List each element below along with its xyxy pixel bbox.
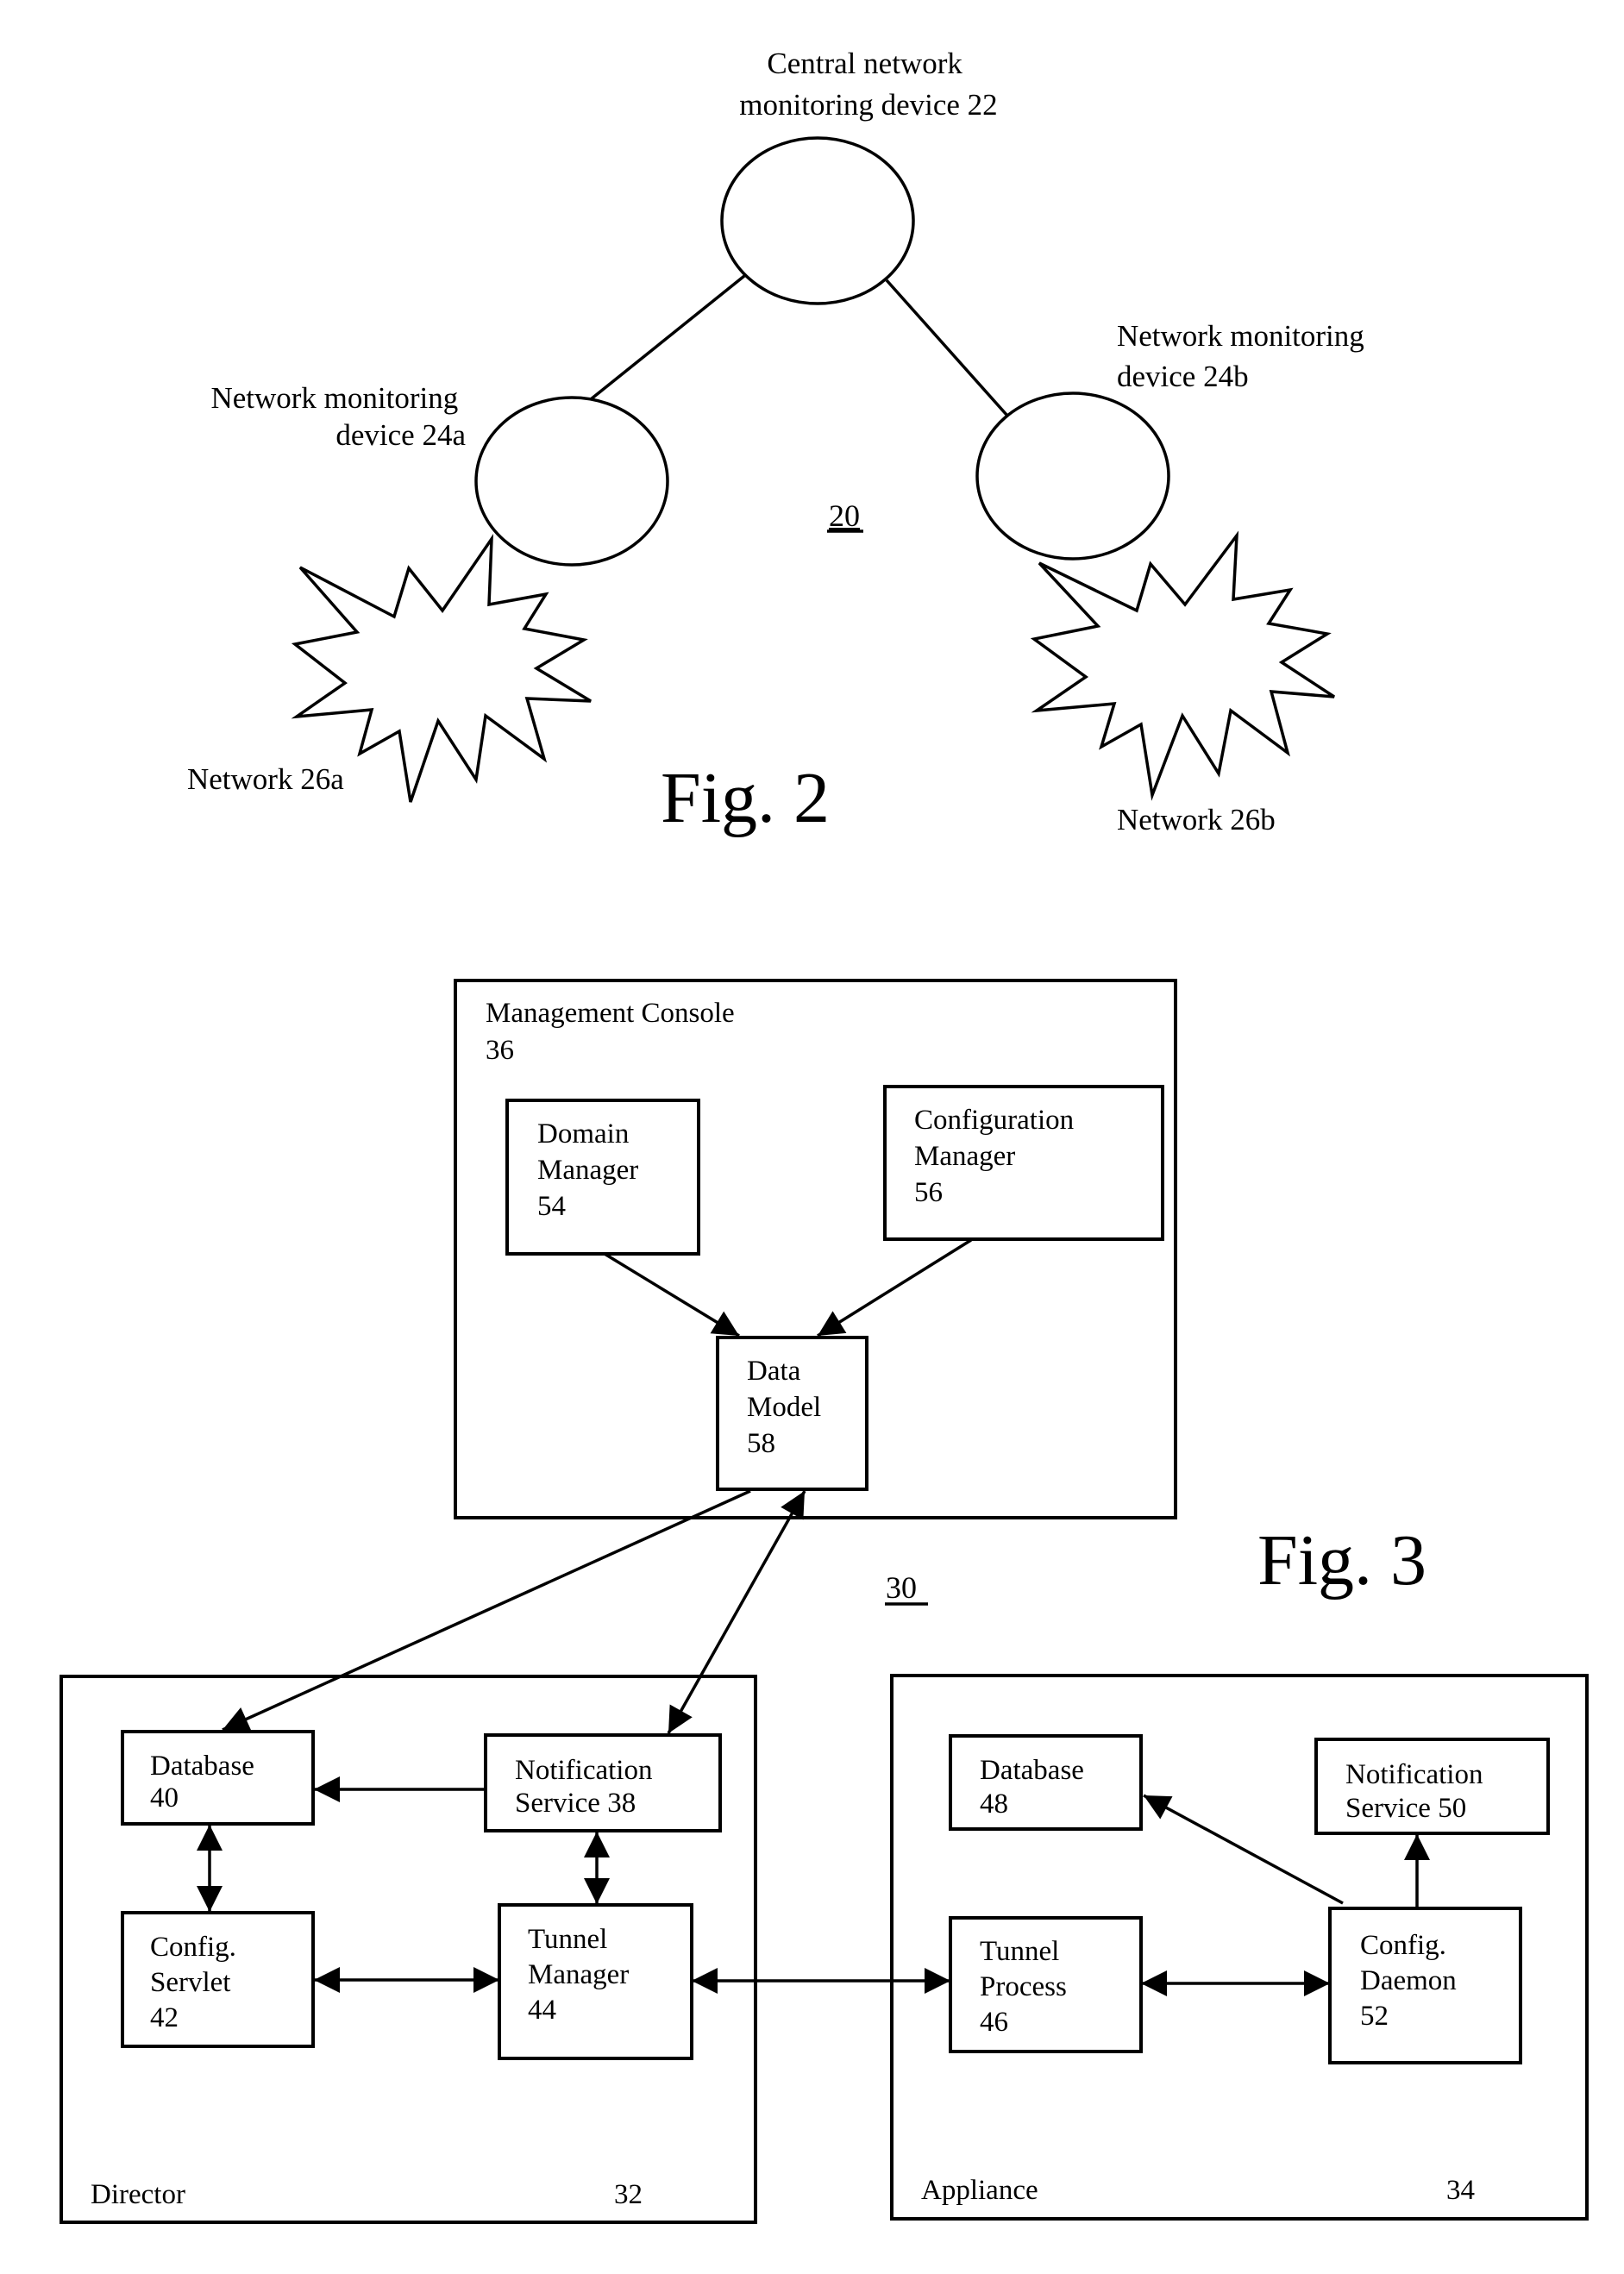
device-24b-label-line1: Network monitoring — [1117, 319, 1364, 353]
arrow-database-40-config-servlet-42-head-start — [197, 1825, 223, 1851]
config-servlet-label-line1: Config. — [150, 1932, 236, 1963]
tunnel-process-label-line3: 46 — [980, 2007, 1008, 2038]
director-database-label-line2: 40 — [150, 1782, 179, 1814]
director-notification-service-label-line2: Service 38 — [515, 1788, 636, 1819]
domain-manager-label-line2: Manager — [537, 1155, 638, 1186]
domain-manager-label-line1: Domain — [537, 1118, 629, 1150]
monitoring-device-24a-node — [474, 396, 669, 567]
figure-2-caption: Fig. 2 — [661, 758, 830, 838]
arrow-notification-38-tunnel-manager-44-head-end — [584, 1878, 610, 1904]
arrow-configuration-manager-to-data-model — [817, 1238, 972, 1337]
device-24a-label-line2: device 24a — [335, 418, 466, 452]
patent-figures: Central network monitoring device 22 Net… — [60, 47, 1589, 2224]
data-model-label-line2: Model — [747, 1392, 821, 1423]
link-central-to-device-24a — [589, 274, 746, 401]
tunnel-process-label-line1: Tunnel — [980, 1936, 1059, 1967]
director-number: 32 — [614, 2179, 643, 2210]
central-device-label: Central network monitoring device 22 — [739, 47, 997, 122]
arrow-notification-38-to-database-40-head-end — [314, 1776, 340, 1802]
director-database-label-line1: Database — [150, 1751, 254, 1782]
arrow-tunnel-process-46-config-daemon-52-head-end — [1304, 1970, 1330, 1996]
figure-2-reference-numeral: 20 — [829, 498, 860, 533]
configuration-manager-label-line3: 56 — [914, 1177, 943, 1208]
arrow-data-model-notification-service-38 — [667, 1490, 806, 1734]
arrow-data-model-notification-service-38-head-start — [781, 1491, 805, 1520]
config-daemon-label-line2: Daemon — [1360, 1965, 1457, 1996]
arrow-notification-38-tunnel-manager-44-head-start — [584, 1832, 610, 1857]
figure-3-caption: Fig. 3 — [1257, 1520, 1426, 1601]
arrow-data-model-notification-service-38-head-end — [668, 1704, 693, 1733]
config-daemon-label-line3: 52 — [1360, 2001, 1389, 2032]
tunnel-process-label-line2: Process — [980, 1971, 1067, 2002]
appliance-notification-service-label-line2: Service 50 — [1345, 1793, 1466, 1824]
management-console-label-line2: 36 — [486, 1035, 514, 1066]
appliance-label: Appliance — [921, 2175, 1038, 2206]
device-24a-label-line1: Network monitoring — [210, 381, 458, 415]
appliance-notification-service-label-line1: Notification — [1345, 1759, 1483, 1790]
configuration-manager-label-line1: Configuration — [914, 1105, 1074, 1136]
arrow-database-40-config-servlet-42-head-end — [197, 1886, 223, 1912]
appliance-database-label-line2: 48 — [980, 1789, 1008, 1820]
tunnel-manager-label-line1: Tunnel — [528, 1924, 607, 1955]
arrow-config-servlet-42-tunnel-manager-44-head-start — [314, 1967, 340, 1993]
tunnel-manager-label-line2: Manager — [528, 1959, 629, 1990]
data-model-label-line3: 58 — [747, 1428, 775, 1459]
director-label: Director — [91, 2179, 185, 2210]
data-model-label-line1: Data — [747, 1356, 801, 1387]
arrow-tunnel-process-46-config-daemon-52-head-start — [1141, 1970, 1167, 1996]
management-console-label-line1: Management Console — [486, 998, 735, 1029]
central-device-label-line2: monitoring device 22 — [739, 88, 997, 122]
arrow-configuration-manager-to-data-model-head-end — [818, 1311, 847, 1336]
figure-2: Central network monitoring device 22 Net… — [187, 47, 1372, 838]
arrow-domain-manager-to-data-model-head-end — [710, 1311, 739, 1336]
device-24b-label-line2: device 24b — [1117, 360, 1249, 393]
arrow-data-model-to-director-database — [222, 1489, 751, 1732]
device-24b-label: Network monitoring device 24b — [1117, 319, 1372, 393]
arrow-tunnel-manager-44-tunnel-process-46-head-start — [692, 1968, 718, 1994]
config-daemon-label-line1: Config. — [1360, 1930, 1446, 1961]
config-servlet-label-line3: 42 — [150, 2002, 179, 2033]
central-monitoring-device-node — [720, 136, 915, 305]
figure-3: Management Console 36 Domain Manager 54 … — [60, 979, 1589, 2224]
network-26b-label: Network 26b — [1117, 803, 1276, 836]
appliance-number: 34 — [1446, 2175, 1475, 2206]
tunnel-manager-label-line3: 44 — [528, 1995, 556, 2026]
device-24a-label: Network monitoring device 24a — [210, 381, 466, 452]
figure-3-reference-numeral: 30 — [886, 1570, 917, 1605]
management-console-label: Management Console 36 — [486, 998, 742, 1066]
director-notification-service-label-line1: Notification — [515, 1755, 652, 1786]
monitoring-device-24b-node — [975, 392, 1170, 561]
configuration-manager-label-line2: Manager — [914, 1141, 1015, 1172]
appliance-database-label-line1: Database — [980, 1755, 1084, 1786]
network-26b-cloud-icon — [1030, 530, 1335, 801]
arrow-tunnel-manager-44-tunnel-process-46-head-end — [925, 1968, 950, 1994]
network-26a-label: Network 26a — [187, 762, 344, 796]
arrow-config-servlet-42-tunnel-manager-44-head-end — [473, 1967, 499, 1993]
config-servlet-label-line2: Servlet — [150, 1967, 230, 1998]
domain-manager-label-line3: 54 — [537, 1191, 566, 1222]
arrow-config-daemon-to-notification-50-head-end — [1404, 1834, 1430, 1860]
central-device-label-line1: Central network — [767, 47, 962, 80]
link-central-to-device-24b — [885, 279, 1009, 417]
arrow-config-daemon-to-database-48 — [1143, 1794, 1344, 1905]
